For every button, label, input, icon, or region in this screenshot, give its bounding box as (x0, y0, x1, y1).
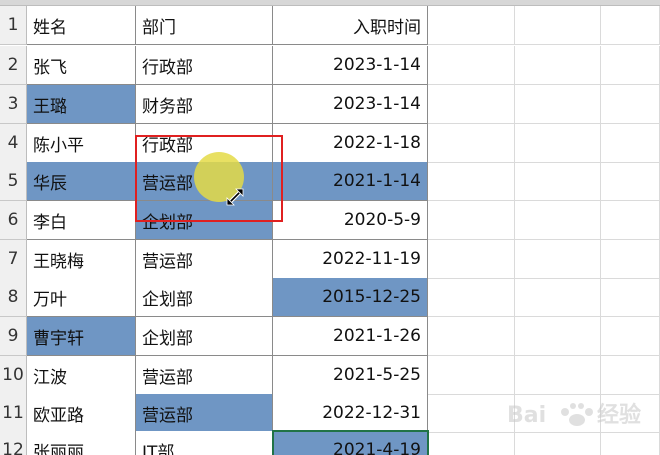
header-cell-dept[interactable]: 部门 (136, 6, 273, 45)
empty-cell[interactable] (515, 162, 601, 201)
empty-cell[interactable] (428, 6, 515, 45)
empty-cell[interactable] (515, 85, 601, 124)
row-header[interactable]: 6 (0, 201, 27, 240)
empty-cell[interactable] (515, 46, 601, 85)
row-header[interactable]: 2 (0, 46, 27, 85)
empty-cell[interactable] (601, 317, 660, 356)
cell-dept[interactable]: IT部 (136, 431, 273, 455)
empty-cell[interactable] (428, 240, 515, 279)
empty-cell[interactable] (428, 431, 515, 455)
empty-cell[interactable] (601, 85, 660, 124)
header-cell-date[interactable]: 入职时间 (273, 6, 428, 45)
cell-date[interactable]: 2023-1-14 (273, 46, 428, 85)
empty-cell[interactable] (428, 317, 515, 356)
cell-date[interactable]: 2022-12-31 (273, 394, 428, 433)
empty-cell[interactable] (601, 201, 660, 240)
row-header[interactable]: 11 (0, 394, 27, 433)
cell-date[interactable]: 2021-1-26 (273, 317, 428, 356)
empty-cell[interactable] (515, 431, 601, 455)
cell-date[interactable]: 2022-1-18 (273, 124, 428, 163)
cell-name[interactable]: 张飞 (27, 46, 136, 85)
empty-cell[interactable] (428, 85, 515, 124)
empty-cell[interactable] (515, 201, 601, 240)
empty-cell[interactable] (601, 46, 660, 85)
cell-date[interactable]: 2023-1-14 (273, 85, 428, 124)
empty-cell[interactable] (428, 46, 515, 85)
cell-name[interactable]: 曹宇轩 (27, 317, 136, 356)
header-cell-name[interactable]: 姓名 (27, 6, 136, 45)
cell-name[interactable]: 张丽丽 (27, 431, 136, 455)
cell-dept[interactable]: 企划部 (136, 317, 273, 356)
spreadsheet-grid[interactable]: 1 姓名 部门 入职时间 2 张飞 行政部 2023-1-14 3 王璐 财务部 2023-1-14 4… (0, 0, 660, 455)
cell-name[interactable]: 万叶 (27, 278, 136, 317)
empty-cell[interactable] (601, 240, 660, 279)
row-header[interactable]: 5 (0, 162, 27, 201)
cell-dept[interactable]: 企划部 (136, 201, 273, 240)
empty-cell[interactable] (515, 124, 601, 163)
row-header[interactable]: 8 (0, 278, 27, 317)
empty-cell[interactable] (601, 394, 660, 433)
empty-cell[interactable] (428, 124, 515, 163)
row-header[interactable]: 3 (0, 85, 27, 124)
empty-cell[interactable] (601, 162, 660, 201)
empty-cell[interactable] (515, 278, 601, 317)
cell-dept[interactable]: 行政部 (136, 46, 273, 85)
empty-cell[interactable] (515, 356, 601, 395)
empty-cell[interactable] (428, 278, 515, 317)
cell-name[interactable]: 欧亚路 (27, 394, 136, 433)
empty-cell[interactable] (515, 317, 601, 356)
cell-name[interactable]: 李白 (27, 201, 136, 240)
empty-cell[interactable] (601, 356, 660, 395)
row-header[interactable]: 12 (0, 431, 27, 455)
empty-cell[interactable] (601, 431, 660, 455)
row-header[interactable]: 7 (0, 240, 27, 279)
cell-dept[interactable]: 财务部 (136, 85, 273, 124)
cell-date[interactable]: 2022-11-19 (273, 240, 428, 279)
cell-date[interactable]: 2015-12-25 (273, 278, 428, 317)
cell-name[interactable]: 王晓梅 (27, 240, 136, 279)
empty-cell[interactable] (601, 124, 660, 163)
row-header[interactable]: 10 (0, 356, 27, 395)
cell-dept[interactable]: 行政部 (136, 124, 273, 163)
row-header[interactable]: 9 (0, 317, 27, 356)
cell-name[interactable]: 江波 (27, 356, 136, 395)
cell-date[interactable]: 2021-4-19 (273, 431, 428, 455)
empty-cell[interactable] (428, 394, 515, 433)
cell-name[interactable]: 王璐 (27, 85, 136, 124)
cell-name[interactable]: 华辰 (27, 162, 136, 201)
cell-dept[interactable]: 营运部 (136, 394, 273, 433)
empty-cell[interactable] (515, 6, 601, 45)
cell-name[interactable]: 陈小平 (27, 124, 136, 163)
cell-dept[interactable]: 营运部 (136, 240, 273, 279)
cell-dept[interactable]: 企划部 (136, 278, 273, 317)
cell-dept[interactable]: 营运部 (136, 162, 273, 201)
empty-cell[interactable] (428, 201, 515, 240)
cell-date[interactable]: 2020-5-9 (273, 201, 428, 240)
cell-date[interactable]: 2021-1-14 (273, 162, 428, 201)
empty-cell[interactable] (428, 356, 515, 395)
empty-cell[interactable] (515, 240, 601, 279)
empty-cell[interactable] (428, 162, 515, 201)
row-header[interactable]: 4 (0, 124, 27, 163)
row-header[interactable]: 1 (0, 6, 27, 45)
empty-cell[interactable] (601, 6, 660, 45)
empty-cell[interactable] (601, 278, 660, 317)
cell-dept[interactable]: 营运部 (136, 356, 273, 395)
empty-cell[interactable] (515, 394, 601, 433)
cell-date[interactable]: 2021-5-25 (273, 356, 428, 395)
